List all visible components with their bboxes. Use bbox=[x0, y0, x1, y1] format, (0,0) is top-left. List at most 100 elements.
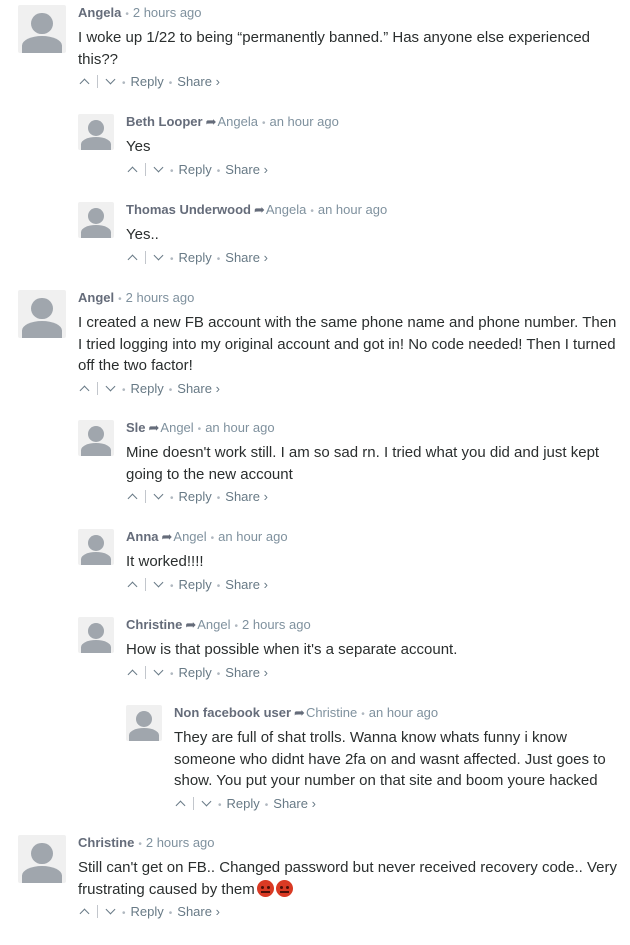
separator-dot: • bbox=[170, 493, 174, 504]
upvote-button[interactable] bbox=[78, 381, 91, 397]
angry-face-emoji-icon bbox=[256, 879, 274, 897]
comment-footer: • Reply • Share › bbox=[78, 904, 622, 922]
downvote-button[interactable] bbox=[152, 489, 165, 505]
downvote-button[interactable] bbox=[152, 665, 165, 681]
author-name[interactable]: Angela bbox=[78, 5, 121, 20]
parent-author-link[interactable]: Angela bbox=[217, 114, 257, 129]
parent-author-link[interactable]: Angel bbox=[160, 420, 193, 435]
comment-meta: Angel • 2 hours ago bbox=[78, 290, 622, 307]
share-button[interactable]: Share › bbox=[225, 665, 268, 680]
share-button[interactable]: Share › bbox=[177, 381, 220, 396]
parent-author-link[interactable]: Angela bbox=[266, 202, 306, 217]
avatar[interactable] bbox=[78, 420, 114, 456]
timestamp-link[interactable]: 2 hours ago bbox=[242, 617, 311, 632]
share-button[interactable]: Share › bbox=[177, 904, 220, 919]
chevron-down-icon bbox=[105, 74, 116, 85]
downvote-button[interactable] bbox=[200, 796, 213, 812]
downvote-button[interactable] bbox=[152, 162, 165, 178]
vote-divider bbox=[145, 665, 146, 679]
chevron-down-icon bbox=[153, 162, 164, 172]
upvote-button[interactable] bbox=[78, 904, 91, 920]
comment-text: They are full of shat trolls. Wanna know… bbox=[174, 729, 606, 789]
reply-button[interactable]: Reply bbox=[179, 162, 212, 177]
share-button[interactable]: Share › bbox=[177, 74, 220, 89]
comment-meta: Christine ➦Angel • 2 hours ago bbox=[126, 617, 622, 634]
reply-button[interactable]: Reply bbox=[131, 904, 164, 919]
upvote-button[interactable] bbox=[78, 74, 91, 90]
avatar[interactable] bbox=[18, 835, 66, 883]
parent-author-link[interactable]: Christine bbox=[306, 705, 357, 720]
reply-button[interactable]: Reply bbox=[131, 74, 164, 89]
timestamp-link[interactable]: an hour ago bbox=[318, 202, 387, 217]
upvote-button[interactable] bbox=[126, 162, 139, 178]
avatar[interactable] bbox=[78, 529, 114, 565]
timestamp-link[interactable]: an hour ago bbox=[369, 705, 438, 720]
timestamp-link[interactable]: 2 hours ago bbox=[133, 5, 202, 20]
reply-button[interactable]: Reply bbox=[227, 796, 260, 811]
comment-meta: Sle ➦Angel • an hour ago bbox=[126, 420, 622, 437]
reply-button[interactable]: Reply bbox=[179, 665, 212, 680]
reply-button[interactable]: Reply bbox=[179, 250, 212, 265]
author-name[interactable]: Non facebook user bbox=[174, 705, 291, 720]
separator-dot: • bbox=[234, 621, 239, 632]
timestamp-link[interactable]: an hour ago bbox=[269, 114, 338, 129]
avatar[interactable] bbox=[18, 5, 66, 53]
author-name[interactable]: Christine bbox=[126, 617, 182, 632]
avatar[interactable] bbox=[126, 705, 162, 741]
share-button[interactable]: Share › bbox=[225, 162, 268, 177]
downvote-button[interactable] bbox=[104, 74, 117, 90]
reply-button[interactable]: Reply bbox=[131, 381, 164, 396]
author-name[interactable]: Christine bbox=[78, 835, 134, 850]
avatar[interactable] bbox=[78, 114, 114, 150]
comment-thread: Angela • 2 hours ago I woke up 1/22 to bein… bbox=[0, 0, 630, 945]
comment-text-block: Mine doesn't work still. I am so sad rn.… bbox=[126, 442, 622, 485]
separator-dot: • bbox=[264, 799, 269, 811]
downvote-button[interactable] bbox=[104, 381, 117, 397]
reply-button[interactable]: Reply bbox=[179, 577, 212, 592]
comment-body: Beth Looper ➦Angela • an hour ago Yes • Reply •… bbox=[126, 114, 622, 180]
upvote-button[interactable] bbox=[174, 796, 187, 812]
author-name[interactable]: Anna bbox=[126, 529, 159, 544]
chevron-up-icon bbox=[175, 800, 186, 810]
author-name[interactable]: Thomas Underwood bbox=[126, 202, 251, 217]
author-name[interactable]: Angel bbox=[78, 290, 114, 305]
author-name[interactable]: Beth Looper bbox=[126, 114, 203, 129]
separator-dot: • bbox=[170, 253, 174, 265]
share-button[interactable]: Share › bbox=[225, 489, 268, 504]
timestamp-link[interactable]: an hour ago bbox=[218, 529, 287, 544]
comment-text: I woke up 1/22 to being “permanently ban… bbox=[78, 29, 590, 68]
upvote-button[interactable] bbox=[126, 250, 139, 266]
share-button[interactable]: Share › bbox=[273, 796, 316, 811]
timestamp-link[interactable]: 2 hours ago bbox=[126, 290, 195, 305]
separator-dot: • bbox=[170, 580, 174, 592]
chevron-up-icon bbox=[127, 493, 138, 504]
parent-author-link[interactable]: Angel bbox=[173, 529, 206, 544]
comment-footer: • Reply • Share › bbox=[126, 577, 622, 595]
share-button[interactable]: Share › bbox=[225, 577, 268, 592]
chevron-up-icon bbox=[127, 669, 138, 679]
reply-to-arrow-icon: ➦ bbox=[294, 705, 305, 720]
separator-dot: • bbox=[216, 580, 221, 592]
timestamp-link[interactable]: 2 hours ago bbox=[146, 835, 215, 850]
timestamp-link[interactable]: an hour ago bbox=[205, 420, 274, 435]
avatar[interactable] bbox=[18, 290, 66, 338]
comment-text: It worked!!!! bbox=[126, 553, 204, 570]
reply-to-arrow-icon: ➦ bbox=[205, 114, 217, 129]
comment-footer: • Reply • Share › bbox=[78, 381, 622, 399]
upvote-button[interactable] bbox=[126, 489, 139, 505]
chevron-down-icon bbox=[105, 381, 116, 391]
downvote-button[interactable] bbox=[104, 904, 117, 920]
avatar[interactable] bbox=[78, 617, 114, 653]
comment-text-block: Still can't get on FB.. Changed password… bbox=[78, 857, 622, 900]
separator-dot: • bbox=[125, 9, 129, 20]
author-name[interactable]: Sle bbox=[126, 420, 146, 435]
share-button[interactable]: Share › bbox=[225, 250, 268, 265]
avatar[interactable] bbox=[78, 202, 114, 238]
upvote-button[interactable] bbox=[126, 665, 139, 681]
chevron-up-icon bbox=[79, 908, 90, 919]
downvote-button[interactable] bbox=[152, 250, 165, 266]
upvote-button[interactable] bbox=[126, 577, 139, 593]
downvote-button[interactable] bbox=[152, 577, 165, 593]
reply-button[interactable]: Reply bbox=[179, 489, 212, 504]
parent-author-link[interactable]: Angel bbox=[197, 617, 230, 632]
